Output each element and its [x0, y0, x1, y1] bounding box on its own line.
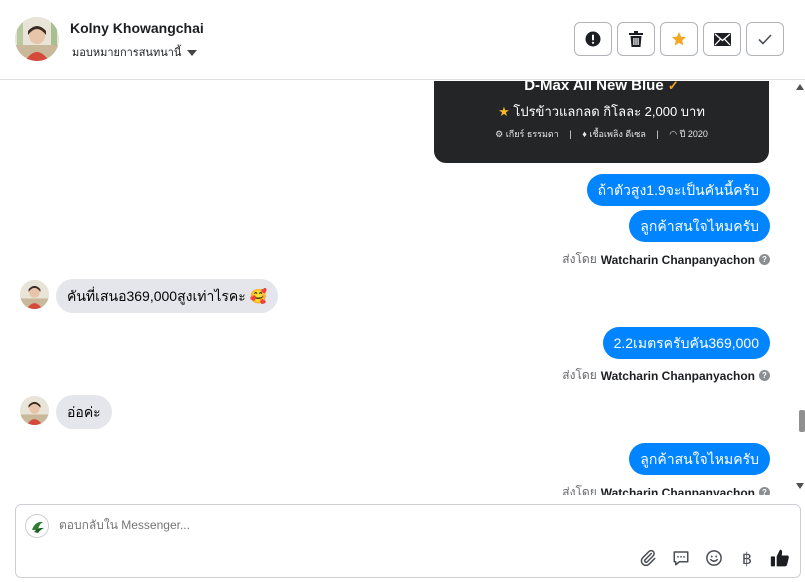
- sent-by-label: ส่งโดย Watcharin Chanpanyachon ?: [562, 250, 770, 269]
- header-actions: [574, 22, 784, 56]
- star-icon: [672, 32, 686, 46]
- verified-check-icon: ✓: [667, 81, 679, 93]
- scroll-down-icon[interactable]: [796, 483, 804, 489]
- question-icon[interactable]: ?: [759, 254, 770, 265]
- like-button[interactable]: [770, 548, 790, 568]
- card-specs: ⚙ เกียร์ ธรรมดา | ♦ เชื้อเพลิง ดีเซล | ◠…: [434, 127, 769, 141]
- page-avatar: [25, 514, 49, 538]
- trash-icon: [629, 31, 643, 47]
- emoji-button[interactable]: [704, 548, 724, 568]
- vehicle-card[interactable]: D-Max All New Blue ✓ ★ โปรข้าวแลกลด กิโล…: [434, 81, 769, 163]
- sent-by-label: ส่งโดย Watcharin Chanpanyachon ?: [562, 483, 770, 495]
- sent-by-prefix: ส่งโดย: [562, 368, 597, 382]
- thumbs-up-icon: [770, 549, 789, 567]
- sender-name: Watcharin Chanpanyachon: [600, 485, 755, 496]
- done-button[interactable]: [746, 22, 784, 56]
- spec-year: ปี 2020: [679, 129, 708, 139]
- baht-icon: ฿: [741, 548, 753, 568]
- assign-conversation-dropdown[interactable]: มอบหมายการสนทนานี้: [72, 43, 198, 61]
- scroll-up-icon[interactable]: [796, 84, 804, 90]
- question-icon[interactable]: ?: [759, 487, 770, 495]
- contact-avatar[interactable]: [15, 17, 59, 61]
- assign-label: มอบหมายการสนทนานี้: [72, 47, 182, 59]
- star-button[interactable]: [660, 22, 698, 56]
- scroll-thumb[interactable]: [799, 410, 805, 432]
- scrollbar[interactable]: [796, 81, 805, 495]
- composer-tools: ฿: [638, 548, 790, 568]
- gear-icon: ⚙: [495, 129, 504, 139]
- star-icon: ★: [498, 104, 510, 119]
- payment-button[interactable]: ฿: [737, 548, 757, 568]
- chevron-down-icon: [187, 49, 198, 56]
- gauge-icon: ◠: [669, 129, 678, 139]
- divider: |: [656, 129, 659, 139]
- question-icon[interactable]: ?: [759, 370, 770, 381]
- attach-button[interactable]: [638, 548, 658, 568]
- card-title: D-Max All New Blue ✓: [434, 81, 769, 94]
- chat-bubble-icon: [673, 551, 689, 566]
- card-promo-text: โปรข้าวแลกลด กิโลละ 2,000 บาท: [513, 104, 705, 119]
- sent-by-label: ส่งโดย Watcharin Chanpanyachon ?: [562, 366, 770, 385]
- contact-avatar-small[interactable]: [20, 396, 49, 425]
- envelope-icon: [713, 32, 731, 46]
- outgoing-message[interactable]: ถ้าตัวสูง1.9จะเป็นคันนี้ครับ: [586, 174, 770, 206]
- outgoing-message[interactable]: ลูกค้าสนใจไหมครับ: [629, 210, 770, 242]
- reply-input[interactable]: [59, 518, 659, 532]
- contact-avatar-small[interactable]: [20, 280, 49, 309]
- delete-button[interactable]: [617, 22, 655, 56]
- check-icon: [758, 33, 772, 45]
- fuel-icon: ♦: [582, 129, 587, 139]
- incoming-message[interactable]: อ่อค่ะ: [56, 395, 112, 429]
- reply-composer: ฿: [15, 504, 801, 578]
- card-title-text: D-Max All New Blue: [524, 81, 664, 94]
- spec-transmission: เกียร์ ธรรมดา: [505, 129, 559, 139]
- sender-name: Watcharin Chanpanyachon: [600, 368, 755, 383]
- spec-fuel: เชื้อเพลิง ดีเซล: [589, 129, 646, 139]
- sent-by-prefix: ส่งโดย: [562, 252, 597, 266]
- sent-by-prefix: ส่งโดย: [562, 485, 597, 495]
- report-button[interactable]: [574, 22, 612, 56]
- message-thread[interactable]: D-Max All New Blue ✓ ★ โปรข้าวแลกลด กิโล…: [0, 81, 805, 495]
- incoming-message[interactable]: คันที่เสนอ369,000สูงเท่าไรคะ 🥰: [56, 279, 279, 313]
- sender-name: Watcharin Chanpanyachon: [600, 252, 755, 267]
- outgoing-message[interactable]: 2.2เมตรครับคัน369,000: [602, 327, 770, 359]
- card-promo: ★ โปรข้าวแลกลด กิโลละ 2,000 บาท: [434, 101, 769, 122]
- outgoing-message[interactable]: ลูกค้าสนใจไหมครับ: [629, 443, 770, 475]
- alert-icon: [585, 31, 601, 47]
- mail-button[interactable]: [703, 22, 741, 56]
- divider: |: [569, 129, 572, 139]
- contact-name[interactable]: Kolny Khowangchai: [70, 20, 204, 36]
- smiley-icon: [706, 550, 722, 566]
- conversation-header: Kolny Khowangchai มอบหมายการสนทนานี้: [0, 0, 805, 80]
- saved-replies-button[interactable]: [671, 548, 691, 568]
- paperclip-icon: [640, 549, 656, 567]
